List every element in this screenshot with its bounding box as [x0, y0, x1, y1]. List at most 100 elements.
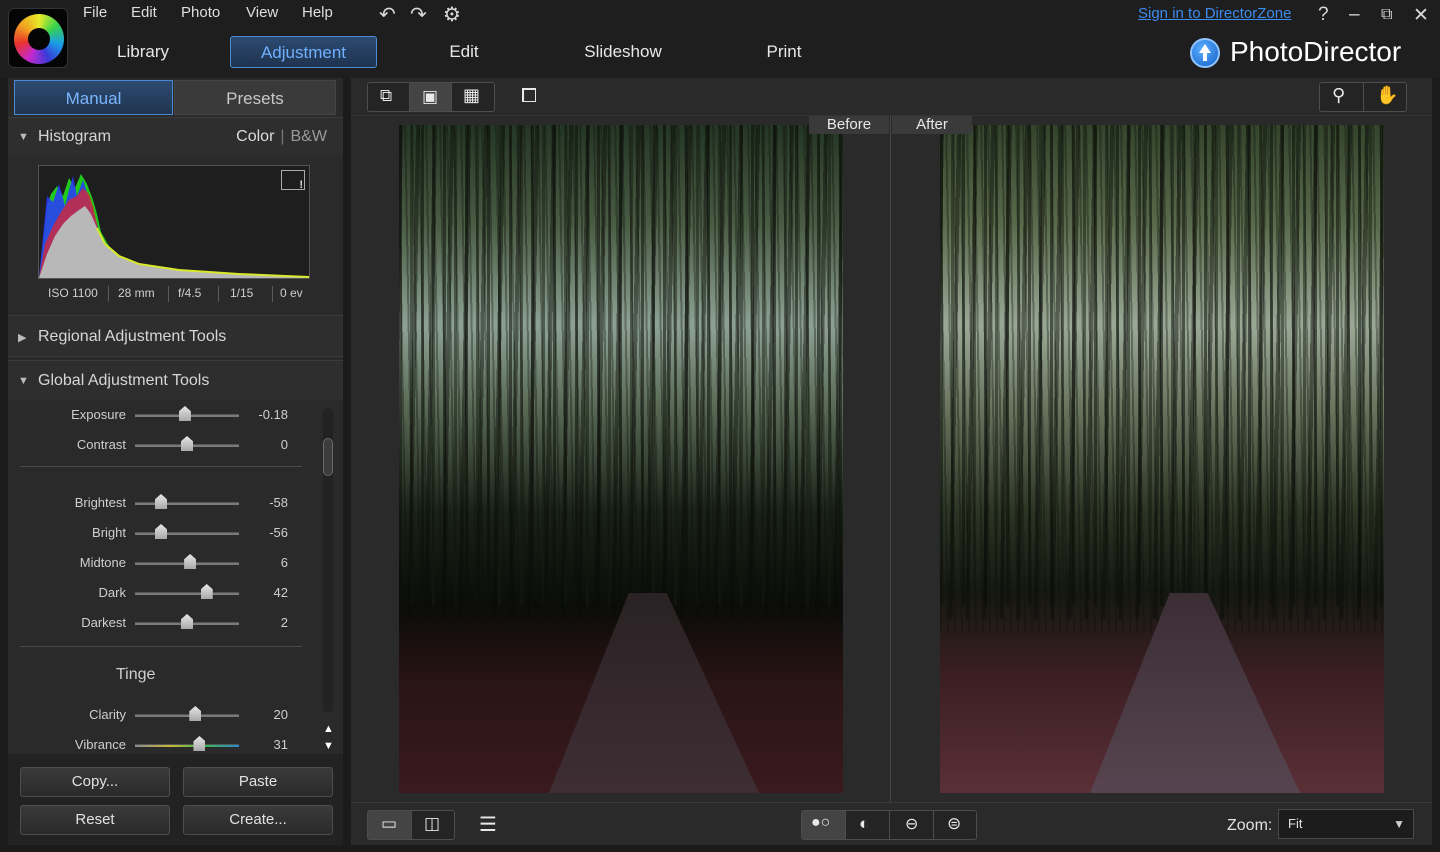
rotate-view-icon[interactable]: ⧠ [521, 85, 537, 108]
close-button[interactable]: ✕ [1413, 4, 1429, 27]
reset-button[interactable]: Reset [20, 805, 170, 835]
slider-contrast[interactable]: Contrast 0 [8, 436, 313, 456]
compare-side-button[interactable]: ●○ [802, 811, 846, 839]
slider-brightest[interactable]: Brightest -58 [8, 494, 313, 514]
slider-midtone[interactable]: Midtone 6 [8, 554, 313, 574]
create-preset-button[interactable]: Create... [183, 805, 333, 835]
zoom-tool-button[interactable]: ⚲ [1320, 83, 1364, 111]
grid-view-button[interactable]: ▦ [452, 83, 494, 111]
minimize-button[interactable]: – [1349, 4, 1360, 26]
exif-separator [168, 286, 169, 302]
slider-label: Clarity [89, 707, 126, 722]
slider-handle[interactable] [181, 614, 193, 629]
copy-button[interactable]: Copy... [20, 767, 170, 797]
slider-track[interactable] [135, 502, 239, 505]
menu-help[interactable]: Help [302, 4, 333, 21]
view-mode-group: ⧉ ▣ ▦ [367, 82, 495, 112]
undo-icon[interactable]: ↶ [379, 2, 396, 27]
histogram-title: Histogram [38, 128, 111, 145]
slider-vibrance[interactable]: Vibrance 31 [8, 736, 313, 752]
expand-triangle-icon[interactable]: ▶ [18, 331, 26, 344]
slider-label: Dark [98, 585, 126, 600]
slider-handle[interactable] [184, 554, 197, 569]
scroll-down-icon[interactable]: ▼ [323, 740, 334, 752]
slider-handle[interactable] [189, 706, 202, 721]
global-tools-header[interactable]: ▼ Global Adjustment Tools [8, 360, 343, 400]
paste-button[interactable]: Paste [183, 767, 333, 797]
slider-track[interactable] [135, 714, 239, 717]
menu-file[interactable]: File [83, 4, 107, 21]
compare-mode-group: ●○ ◐ ⊖ ⊜ [801, 810, 977, 840]
regional-tools-header[interactable]: ▶ Regional Adjustment Tools [8, 315, 343, 357]
histogram-header[interactable]: ▼ Histogram Color | B&W [8, 117, 343, 155]
slider-value: -58 [269, 495, 288, 510]
after-photo[interactable] [940, 125, 1384, 793]
menu-photo[interactable]: Photo [181, 4, 220, 21]
menu-edit[interactable]: Edit [131, 4, 157, 21]
before-after-icon: ●○ [811, 814, 831, 831]
slider-handle[interactable] [181, 436, 193, 451]
slider-handle[interactable] [155, 494, 167, 509]
menu-view[interactable]: View [246, 4, 278, 21]
collapse-triangle-icon[interactable]: ▼ [18, 375, 29, 387]
settings-icon[interactable]: ⚙ [443, 2, 461, 27]
slider-handle[interactable] [178, 406, 191, 421]
module-adjustment[interactable]: Adjustment [230, 36, 377, 68]
divider [20, 466, 302, 467]
slider-label: Exposure [71, 407, 126, 422]
module-library[interactable]: Library [100, 36, 186, 68]
before-photo[interactable] [399, 125, 843, 793]
slider-clarity[interactable]: Clarity 20 [8, 706, 313, 726]
compare-view-button[interactable]: ⧉ [368, 83, 410, 111]
exif-ev: 0 ev [280, 286, 303, 300]
slider-track[interactable] [135, 532, 239, 535]
redo-icon[interactable]: ↷ [410, 2, 427, 27]
upload-icon[interactable] [1190, 38, 1220, 68]
help-button[interactable]: ? [1318, 4, 1329, 26]
slider-darkest[interactable]: Darkest 2 [8, 614, 313, 634]
single-layout-button[interactable]: ▭ [368, 811, 412, 839]
divider [20, 646, 302, 647]
pan-tool-button[interactable]: ✋ [1364, 83, 1406, 111]
slider-track[interactable] [135, 744, 239, 747]
split-layout-button[interactable]: ◫ [412, 811, 454, 839]
clipping-warning-icon[interactable] [281, 170, 305, 191]
magnifier-icon: ⚲ [1332, 85, 1346, 105]
single-view-button[interactable]: ▣ [410, 83, 452, 111]
module-slideshow[interactable]: Slideshow [575, 36, 671, 68]
compare-split-button[interactable]: ◐ [846, 811, 890, 839]
slider-exposure[interactable]: Exposure -0.18 [8, 406, 313, 426]
vertical-split-icon: ⊖ [905, 816, 919, 833]
tab-manual[interactable]: Manual [14, 80, 173, 115]
scroll-up-icon[interactable]: ▲ [323, 723, 334, 735]
after-label: After [892, 116, 972, 134]
histogram-bw-toggle[interactable]: B&W [291, 128, 327, 145]
slider-handle[interactable] [200, 584, 213, 599]
zoom-select[interactable]: Fit ▼ [1278, 809, 1414, 839]
view-toolbar: ⧉ ▣ ▦ ⧠ ⚲ ✋ [351, 78, 1432, 116]
slider-handle[interactable] [155, 524, 167, 539]
scrollbar-thumb[interactable] [323, 438, 333, 476]
panel-actions: Copy... Paste Reset Create... [8, 754, 343, 845]
collapse-triangle-icon[interactable]: ▼ [18, 131, 29, 143]
slider-bright[interactable]: Bright -56 [8, 524, 313, 544]
compare-vertical-button[interactable]: ⊖ [890, 811, 934, 839]
slider-dark[interactable]: Dark 42 [8, 584, 313, 604]
zoom-value: Fit [1288, 816, 1303, 831]
photo-viewer: ⧉ ▣ ▦ ⧠ ⚲ ✋ Before After ▭ ◫ ☰ ●○ ◐ ⊖ ⊜ … [351, 78, 1432, 845]
tab-presets[interactable]: Presets [174, 80, 336, 115]
app-logo [8, 8, 68, 68]
exif-focal: 28 mm [118, 286, 155, 300]
maximize-button[interactable]: ⧉ [1381, 6, 1392, 24]
module-edit[interactable]: Edit [434, 36, 494, 68]
histogram-color-toggle[interactable]: Color [236, 128, 274, 145]
grid-icon: ▦ [463, 85, 481, 105]
compare-horizontal-button[interactable]: ⊜ [934, 811, 976, 839]
signin-link[interactable]: Sign in to DirectorZone [1138, 5, 1291, 22]
module-print[interactable]: Print [756, 36, 812, 68]
slider-track[interactable] [135, 592, 239, 595]
slider-handle[interactable] [193, 736, 206, 751]
left-panel: Manual Presets ▼ Histogram Color|B&W ISO… [8, 78, 343, 845]
slider-value: 42 [273, 585, 288, 600]
list-sync-icon[interactable]: ☰ [479, 812, 497, 837]
